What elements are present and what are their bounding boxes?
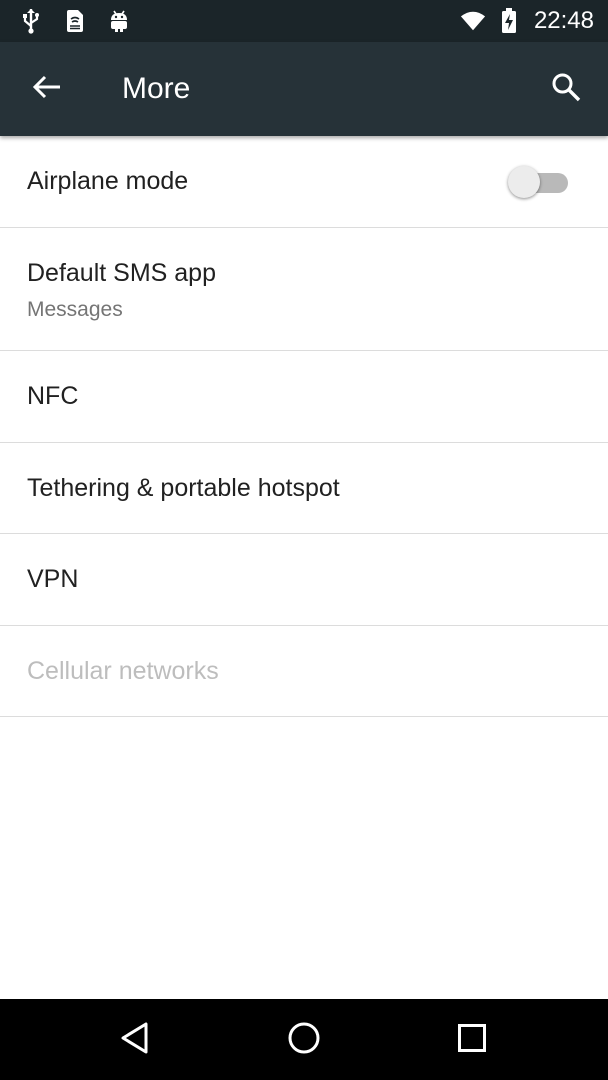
app-bar: More — [0, 42, 608, 136]
settings-list: Airplane mode Default SMS app Messages N… — [0, 136, 608, 717]
home-circle-icon — [287, 1021, 321, 1060]
arrow-back-icon — [32, 74, 62, 105]
vpn-label: VPN — [27, 565, 79, 593]
nfc-row[interactable]: NFC — [0, 351, 608, 443]
vpn-row[interactable]: VPN — [0, 534, 608, 626]
recents-square-icon — [457, 1023, 487, 1058]
default-sms-row[interactable]: Default SMS app Messages — [0, 228, 608, 351]
status-notification-icons — [18, 0, 132, 42]
battery-icon — [496, 8, 522, 34]
back-triangle-icon — [118, 1021, 152, 1060]
sim-card-icon — [62, 8, 88, 34]
nav-home-button[interactable] — [279, 1015, 329, 1065]
status-time: 22:48 — [533, 7, 594, 34]
cellular-networks-label: Cellular networks — [27, 657, 219, 685]
cellular-networks-row: Cellular networks — [0, 626, 608, 717]
nfc-label: NFC — [27, 382, 79, 410]
toggle-thumb — [508, 166, 540, 198]
android-icon — [106, 8, 132, 34]
airplane-mode-toggle[interactable] — [508, 165, 570, 199]
navigation-bar — [0, 999, 608, 1080]
tethering-row[interactable]: Tethering & portable hotspot — [0, 443, 608, 534]
default-sms-label: Default SMS app — [27, 259, 216, 287]
search-icon — [550, 71, 582, 108]
back-button[interactable] — [22, 65, 72, 113]
usb-icon — [18, 8, 44, 34]
status-bar: 22:48 — [0, 0, 608, 42]
airplane-mode-label: Airplane mode — [27, 167, 189, 195]
status-system-icons: 22:48 — [460, 0, 594, 42]
page-title: More — [122, 72, 191, 105]
nav-back-button[interactable] — [110, 1015, 160, 1065]
tethering-label: Tethering & portable hotspot — [27, 474, 340, 502]
default-sms-value: Messages — [27, 298, 123, 321]
search-button[interactable] — [542, 65, 590, 113]
wifi-icon — [460, 8, 486, 34]
airplane-mode-row[interactable]: Airplane mode — [0, 136, 608, 228]
nav-recents-button[interactable] — [447, 1015, 497, 1065]
